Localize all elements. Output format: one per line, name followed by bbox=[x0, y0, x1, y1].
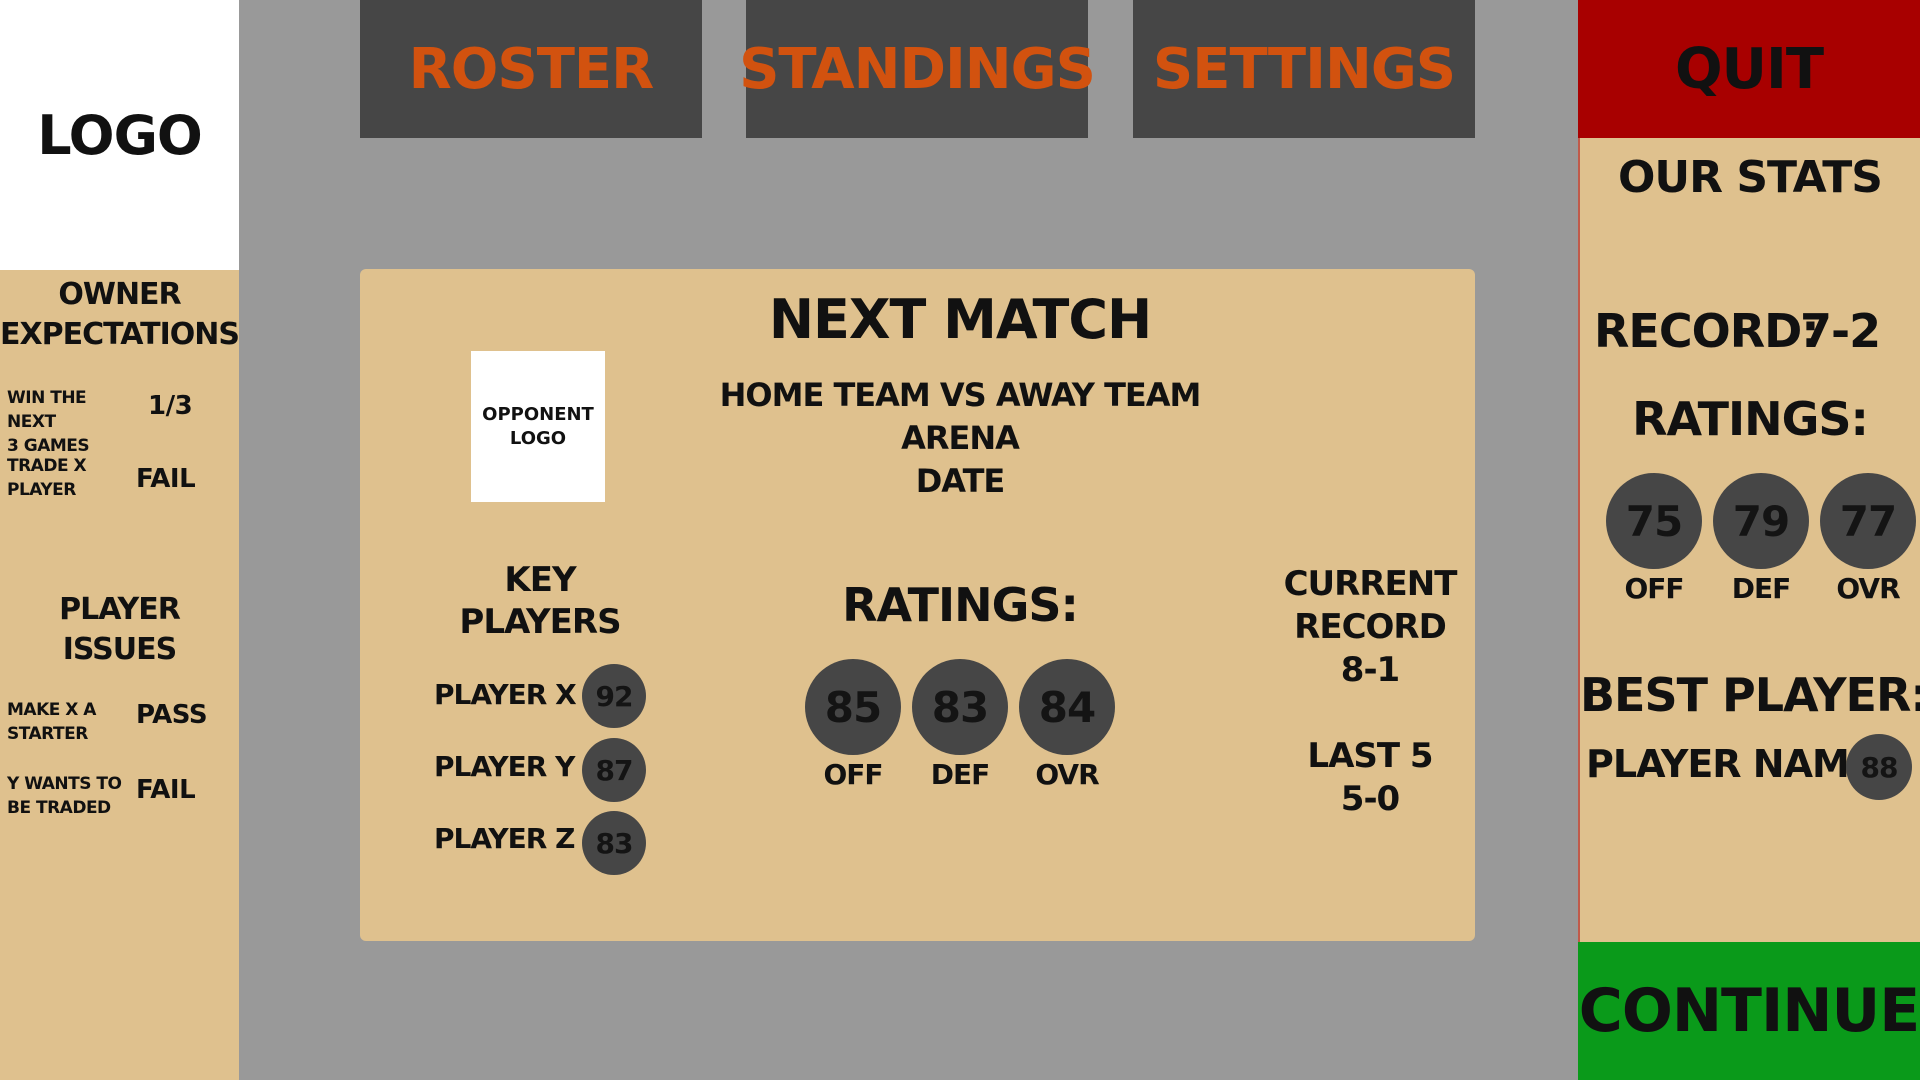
current-record-value: 8-1 bbox=[1340, 650, 1400, 690]
key-players-title-2: PLAYERS bbox=[459, 602, 621, 642]
record-value: 7-2 bbox=[1800, 304, 1881, 358]
player-issue-text-2: STARTER bbox=[7, 724, 88, 744]
last5-value: 5-0 bbox=[1340, 779, 1400, 819]
owner-expectation-item: WIN THE NEXT 3 GAMES bbox=[7, 386, 137, 458]
our-ovr-rating-badge: 77 bbox=[1820, 473, 1916, 569]
best-player-rating-badge: 88 bbox=[1846, 734, 1912, 800]
opponent-logo-text-1: OPPONENT bbox=[482, 403, 594, 425]
match-off-label: OFF bbox=[823, 758, 883, 791]
our-ovr-label: OVR bbox=[1836, 572, 1900, 605]
settings-button[interactable]: SETTINGS bbox=[1133, 0, 1475, 138]
best-player-name: PLAYER NAME bbox=[1586, 742, 1875, 786]
player-issues-title-2: ISSUES bbox=[62, 632, 178, 667]
player-issue-text-2: BE TRADED bbox=[7, 798, 111, 818]
match-date: DATE bbox=[915, 462, 1006, 500]
owner-expectation-status: FAIL bbox=[136, 464, 196, 494]
our-stats-panel: OUR STATS RECORD: 7-2 RATINGS: 75 79 77 … bbox=[1578, 138, 1920, 942]
opponent-logo-text-2: LOGO bbox=[509, 427, 567, 449]
player-issue-text-1: Y WANTS TO bbox=[7, 774, 122, 794]
logo-text: LOGO bbox=[37, 103, 203, 167]
left-panel: OWNER EXPECTATIONS WIN THE NEXT 3 GAMES … bbox=[0, 270, 240, 1080]
our-ratings-title: RATINGS: bbox=[1632, 392, 1869, 446]
key-players-title-1: KEY bbox=[504, 560, 576, 600]
logo: LOGO bbox=[0, 0, 239, 270]
match-def-label: DEF bbox=[930, 758, 991, 791]
match-off-rating-badge: 85 bbox=[805, 659, 901, 755]
standings-button[interactable]: STANDINGS bbox=[739, 0, 1096, 138]
continue-button[interactable]: CONTINUE bbox=[1578, 942, 1920, 1080]
last5-label: LAST 5 bbox=[1307, 736, 1433, 776]
key-player-rating-badge: 83 bbox=[582, 811, 646, 875]
key-player-rating-badge: 92 bbox=[582, 664, 646, 728]
our-def-label: DEF bbox=[1731, 572, 1792, 605]
key-player-name: PLAYER X bbox=[434, 678, 577, 711]
our-stats-title: OUR STATS bbox=[1618, 152, 1883, 203]
owner-expectations-title-2: EXPECTATIONS bbox=[0, 317, 240, 352]
match-ratings-title: RATINGS: bbox=[842, 578, 1079, 632]
current-record-label-1: CURRENT bbox=[1283, 564, 1458, 604]
player-issue-text-1: MAKE X A bbox=[7, 700, 96, 720]
best-player-title: BEST PLAYER: bbox=[1580, 668, 1920, 722]
key-player-rating-badge: 87 bbox=[582, 738, 646, 802]
player-issue-item: Y WANTS TO BE TRADED bbox=[7, 772, 137, 820]
owner-expectation-text-2: PLAYER bbox=[7, 480, 76, 500]
match-ovr-rating-badge: 84 bbox=[1019, 659, 1115, 755]
key-player-name: PLAYER Z bbox=[434, 822, 575, 855]
owner-expectation-item: TRADE X PLAYER bbox=[7, 454, 137, 502]
current-record-label-2: RECORD bbox=[1294, 607, 1447, 647]
opponent-logo: OPPONENT LOGO bbox=[471, 351, 605, 502]
our-off-rating-badge: 75 bbox=[1606, 473, 1702, 569]
our-def-rating-badge: 79 bbox=[1713, 473, 1809, 569]
owner-expectation-status: 1/3 bbox=[148, 391, 193, 421]
owner-expectation-text-1: WIN THE NEXT bbox=[7, 388, 87, 432]
owner-expectations-title-1: OWNER bbox=[58, 277, 181, 312]
player-issues-title-1: PLAYER bbox=[59, 592, 181, 627]
match-def-rating-badge: 83 bbox=[912, 659, 1008, 755]
match-ovr-label: OVR bbox=[1035, 758, 1099, 791]
our-off-label: OFF bbox=[1624, 572, 1684, 605]
next-match-title: NEXT MATCH bbox=[768, 288, 1152, 351]
quit-button[interactable]: QUIT bbox=[1578, 0, 1920, 138]
owner-expectation-text-1: TRADE X bbox=[7, 456, 87, 476]
player-issue-status: FAIL bbox=[136, 775, 196, 805]
record-label: RECORD: bbox=[1594, 304, 1820, 358]
player-issue-item: MAKE X A STARTER bbox=[7, 698, 137, 746]
roster-button[interactable]: ROSTER bbox=[360, 0, 702, 138]
match-arena: ARENA bbox=[901, 419, 1020, 457]
player-issue-status: PASS bbox=[136, 700, 208, 730]
match-teams: HOME TEAM VS AWAY TEAM bbox=[719, 376, 1202, 414]
key-player-name: PLAYER Y bbox=[434, 750, 575, 783]
